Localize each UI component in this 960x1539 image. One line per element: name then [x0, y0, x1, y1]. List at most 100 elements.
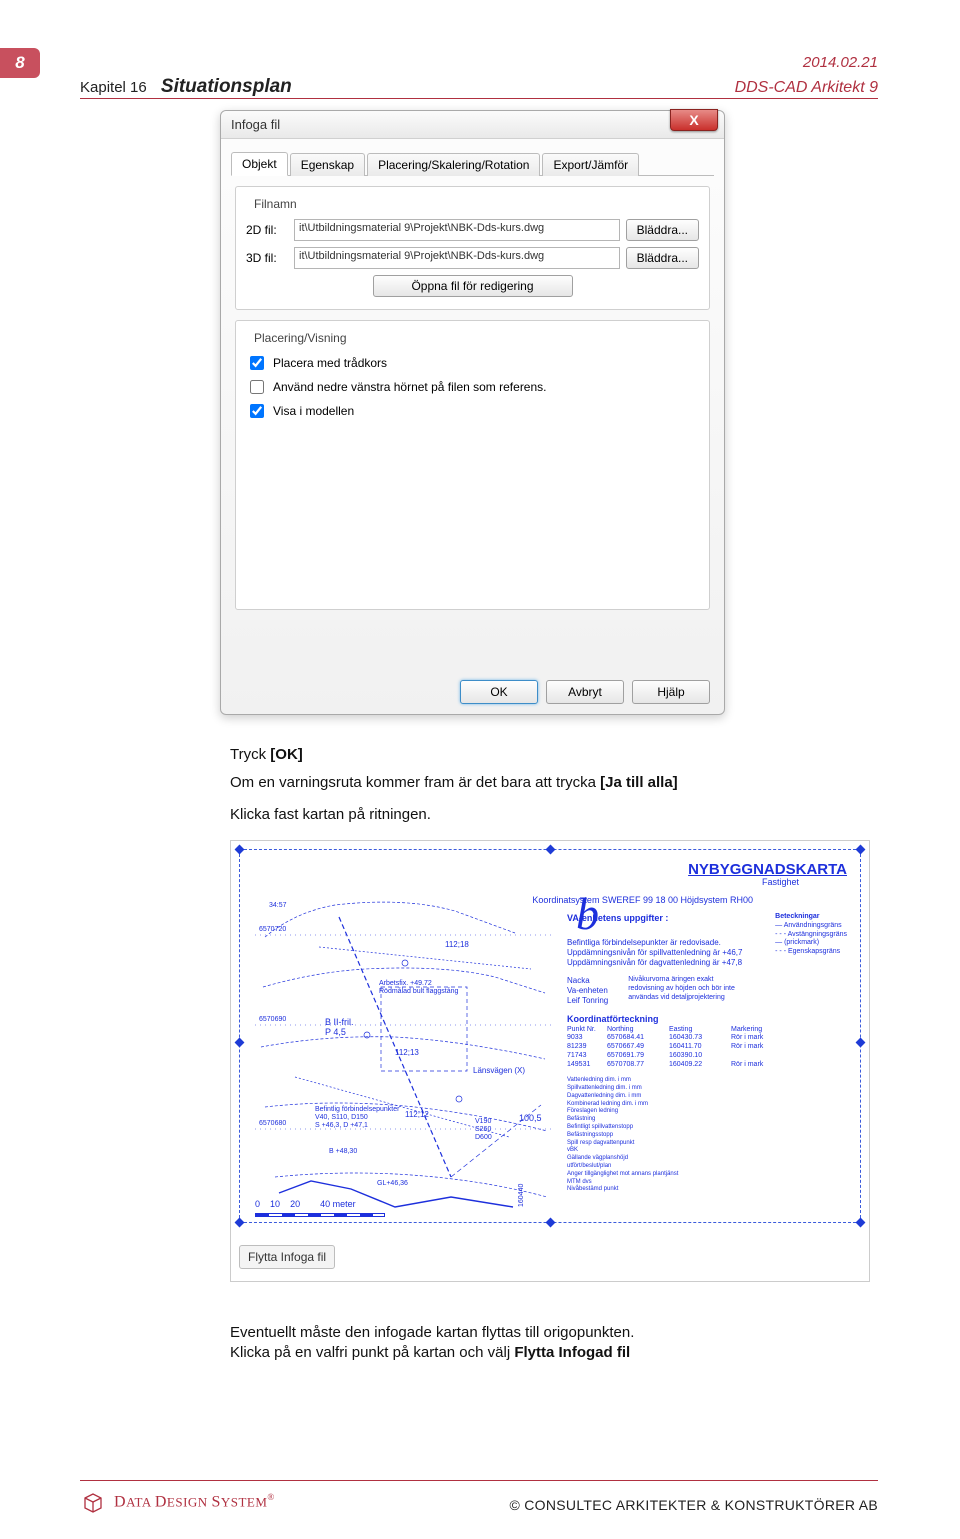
tbl-r3: 1495316570708.77160409.22Rör i mark [567, 1061, 847, 1070]
kontakt-lines: Nacka Va-enheten Leif Tonring [567, 976, 608, 1006]
befp2-label: V40, S110, D150 [315, 1114, 368, 1121]
dialog-titlebar[interactable]: Infoga fil X [221, 111, 724, 139]
lg-12: Anger tillgänglighet mot annans plantjän… [567, 1171, 847, 1179]
c1: Northing [607, 1026, 663, 1035]
map-info-column: VA-enhetens uppgifter : Beteckningar — A… [567, 913, 847, 1202]
lp-label: Länsvägen (X) [473, 1066, 525, 1075]
va-section: VA-enhetens uppgifter : Beteckningar — A… [567, 913, 847, 968]
chapter-label: Kapitel 16 Situationsplan [80, 76, 292, 98]
checkbox-visa-i-modellen-label: Visa i modellen [273, 404, 354, 418]
input-2d-fil[interactable]: it\Utbildningsmaterial 9\Projekt\NBK-Dds… [294, 219, 620, 241]
bet-1: — Användningsgräns [775, 922, 847, 931]
chapter-title: Situationsplan [161, 76, 292, 97]
row-3d: 3D fil: it\Utbildningsmaterial 9\Projekt… [246, 247, 699, 269]
tab-objekt[interactable]: Objekt [231, 152, 288, 176]
insert-file-dialog: Infoga fil X Objekt Egenskap Placering/S… [220, 110, 725, 715]
browse-2d-button[interactable]: Bläddra... [626, 219, 699, 241]
sc-1: 10 [270, 1199, 280, 1209]
v-label: V190 [475, 1118, 491, 1125]
help-button[interactable]: Hjälp [632, 680, 710, 704]
p5-a: Klicka på en valfri punkt på kartan och … [230, 1344, 514, 1361]
checkbox-anvand-ned-vanstra[interactable]: Använd nedre vänstra hörnet på filen som… [246, 377, 699, 397]
ten-label: 100,5 [519, 1113, 542, 1123]
checkbox-placera-tradkors[interactable]: Placera med trådkors [246, 353, 699, 373]
m1-label: 112;18 [445, 940, 469, 949]
tab-placering-skalering-rotation[interactable]: Placering/Skalering/Rotation [367, 153, 540, 176]
e-label: 160440 [518, 1184, 525, 1207]
sc-unit: meter [333, 1199, 356, 1209]
map-koordsys: Koordinatsystem SWEREF 99 18 00 Höjdsyst… [532, 895, 753, 905]
handle-bottom-right[interactable] [856, 1218, 866, 1228]
dds-brand-text: DATA DESIGN SYSTEM® [114, 1492, 274, 1511]
row-2d: 2D fil: it\Utbildningsmaterial 9\Projekt… [246, 219, 699, 241]
page-header: Kapitel 16 Situationsplan DDS-CAD Arkite… [80, 76, 878, 98]
checkbox-visa-i-modellen[interactable]: Visa i modellen [246, 401, 699, 421]
dialog-title: Infoga fil [231, 117, 280, 132]
checkbox-visa-i-modellen-input[interactable] [250, 404, 264, 418]
chapter-number: Kapitel 16 [80, 79, 147, 96]
input-3d-fil[interactable]: it\Utbildningsmaterial 9\Projekt\NBK-Dds… [294, 247, 620, 269]
k-1: Nacka [567, 976, 608, 986]
lg-5: Befästning [567, 1116, 847, 1124]
dialog-body: Filnamn 2D fil: it\Utbildningsmaterial 9… [221, 176, 724, 630]
gl-label: GL+46,36 [377, 1180, 408, 1187]
dds-logo-icon [80, 1489, 106, 1515]
map-figure: NYBYGGNADSKARTA Fastighet b Koordinatsys… [230, 840, 870, 1282]
tooltip-flytta-infoga-fil: Flytta Infoga fil [239, 1245, 335, 1269]
map-title: NYBYGGNADSKARTA [688, 861, 847, 878]
placvis-legend: Placering/Visning [250, 331, 351, 345]
p1-a: Tryck [230, 746, 270, 763]
p2-a: Om en varningsruta kommer fram är det ba… [230, 774, 600, 791]
beteckningar-block: Beteckningar — Användningsgräns - - - Av… [775, 913, 847, 957]
lg-11: utfört/beslut/plan [567, 1163, 847, 1171]
n-label-3: 6570680 [259, 1120, 286, 1127]
rodmalad-label: Rödmålad bult flaggstång [379, 987, 458, 995]
niva-note: Nivåkurvorna äringen exakt redovisning a… [628, 976, 738, 1006]
k-3: Leif Tonring [567, 996, 608, 1006]
va-3: Uppdämningsnivån för dagvattenledning är… [567, 958, 847, 968]
close-button[interactable]: X [670, 109, 718, 131]
header-rule [80, 98, 878, 99]
checkbox-placera-tradkors-label: Placera med trådkors [273, 356, 387, 370]
tab-export-jamfor[interactable]: Export/Jämför [542, 153, 639, 176]
lg-0: Vattenledning dim. i mm [567, 1077, 847, 1085]
checkbox-placera-tradkors-input[interactable] [250, 356, 264, 370]
checkbox-anvand-ned-vanstra-label: Använd nedre vänstra hörnet på filen som… [273, 380, 547, 394]
tab-egenskap[interactable]: Egenskap [290, 153, 365, 176]
paragraph-varningsruta: Om en varningsruta kommer fram är det ba… [230, 774, 780, 791]
checkbox-anvand-ned-vanstra-input[interactable] [250, 380, 264, 394]
kontakt-section: Nacka Va-enheten Leif Tonring Nivåkurvor… [567, 976, 847, 1006]
page-date: 2014.02.21 [803, 54, 878, 71]
koord-header: Koordinatförteckning [567, 1014, 847, 1025]
lg-6: Befintligt spillvattenstopp [567, 1124, 847, 1132]
open-for-editing-button[interactable]: Öppna fil för redigering [373, 275, 573, 297]
sc-2: 20 [290, 1199, 300, 1209]
footer-rule [80, 1480, 878, 1481]
tbl-r1: 812396570667.49160411.70Rör i mark [567, 1043, 847, 1052]
m3-label: 112;12 [405, 1110, 429, 1119]
p5-b: Flytta Infogad fil [514, 1344, 630, 1361]
lg-3: Kombinerad ledning dim. i mm [567, 1101, 847, 1109]
befp3-label: S +46,3, D +47,1 [315, 1122, 368, 1129]
lg-7: Befästningsstopp [567, 1132, 847, 1140]
koord-section: Koordinatförteckning Punkt Nr. Northing … [567, 1014, 847, 1069]
lg-4: Föreslagen ledning [567, 1108, 847, 1116]
bet-header: Beteckningar [775, 913, 847, 922]
c2: Easting [669, 1026, 725, 1035]
page-number-tab: 8 [0, 48, 40, 78]
browse-3d-button[interactable]: Bläddra... [626, 247, 699, 269]
elev-label: 34:57 [269, 902, 287, 909]
p2-b: [Ja till alla] [600, 774, 678, 791]
map-subtitle-right: Fastighet [762, 877, 799, 887]
c3: Markering [731, 1026, 781, 1035]
lg-14: Nivåbestämd punkt [567, 1186, 847, 1194]
product-name: DDS-CAD Arkitekt 9 [735, 79, 878, 97]
btf-label: B II-fril. [325, 1017, 354, 1027]
ok-button[interactable]: OK [460, 680, 538, 704]
lg-8: Spill resp dagvattenpunkt [567, 1140, 847, 1148]
close-icon: X [689, 112, 698, 128]
sc-3: 40 [320, 1199, 330, 1209]
tbl-r2: 717436570691.79160390.10 [567, 1052, 847, 1061]
cancel-button[interactable]: Avbryt [546, 680, 624, 704]
footer-brand: DATA DESIGN SYSTEM® [80, 1489, 274, 1515]
